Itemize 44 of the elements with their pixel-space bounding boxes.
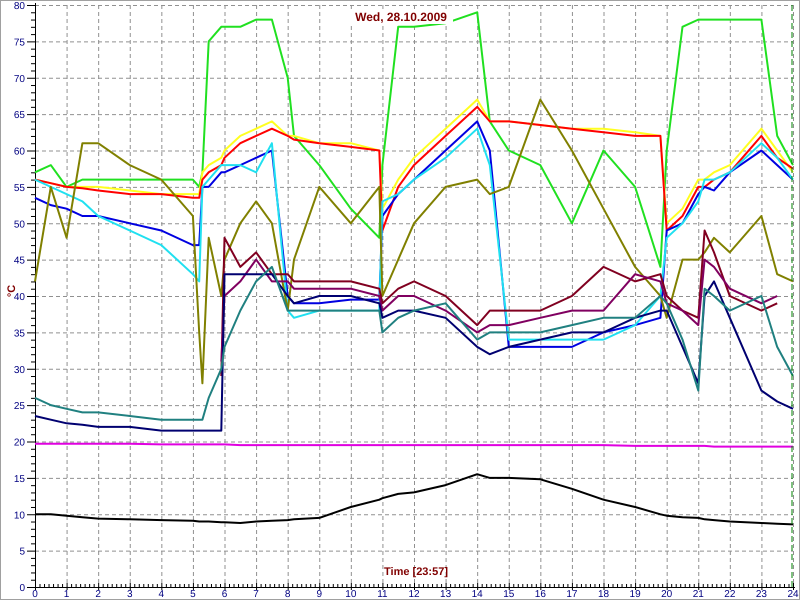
tick-label: 25 (14, 401, 25, 412)
tick-label: 10 (345, 589, 356, 599)
tick-label: 23 (756, 589, 767, 599)
tick-label: 60 (14, 146, 25, 158)
tick-label: 24 (787, 589, 799, 599)
tick-label: 35 (14, 328, 25, 340)
tick-label: 12 (408, 589, 420, 599)
tick-label: 17 (566, 589, 578, 599)
tick-label: 14 (472, 589, 483, 599)
tick-label: 11 (377, 589, 388, 599)
tick-label: 6 (222, 589, 228, 599)
tick-label: 16 (534, 589, 546, 599)
tick-label: 0 (19, 583, 25, 594)
axis-title: Time [23:57] (384, 566, 448, 578)
tick-label: 50 (14, 219, 25, 230)
tick-label: 15 (14, 474, 25, 485)
tick-label: 40 (14, 292, 25, 303)
chart-title: Wed, 28.10.2009 (355, 10, 447, 24)
tick-label: 4 (158, 589, 164, 599)
tick-label: 5 (19, 546, 25, 558)
tick-label: 65 (14, 110, 25, 122)
tick-label: 3 (126, 589, 133, 599)
tick-label: 5 (190, 589, 196, 599)
tick-label: 22 (724, 589, 736, 599)
tick-label: 18 (598, 589, 610, 599)
tick-label: 45 (14, 256, 25, 267)
tick-label: 55 (14, 182, 25, 194)
tick-label: 80 (14, 1, 25, 12)
tick-label: 20 (14, 438, 25, 448)
tick-label: 75 (14, 37, 25, 48)
tick-label: 8 (284, 589, 290, 599)
tick-label: 9 (316, 589, 322, 599)
tick-label: 30 (14, 364, 25, 376)
tick-label: 0 (32, 589, 38, 599)
tick-label: 13 (440, 589, 452, 599)
tick-label: 15 (503, 589, 514, 599)
tick-label: 70 (14, 74, 25, 85)
tick-label: 20 (661, 589, 672, 599)
tick-label: 19 (630, 589, 641, 599)
tick-label: 7 (253, 589, 259, 599)
tick-label: 1 (64, 589, 70, 599)
tick-label: 10 (14, 510, 25, 522)
tick-label: 2 (95, 589, 101, 599)
tick-label: 21 (692, 589, 704, 599)
